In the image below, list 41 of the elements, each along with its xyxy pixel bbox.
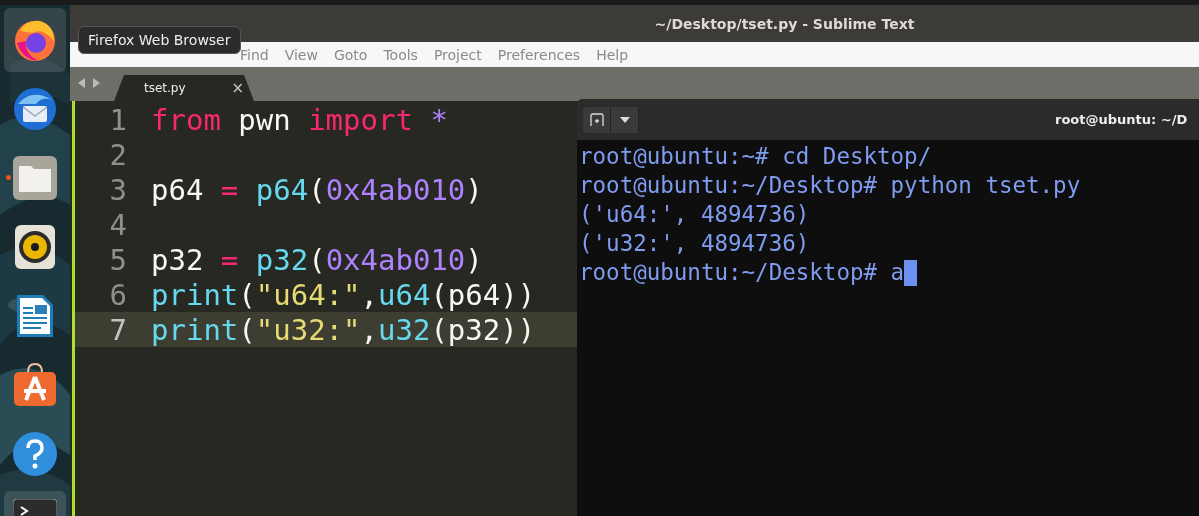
shopping-bag-icon bbox=[12, 362, 58, 408]
code-line: from pwn import * bbox=[151, 102, 448, 137]
running-indicator bbox=[6, 175, 11, 180]
mail-bird-icon bbox=[12, 86, 58, 132]
menu-dropdown-button[interactable] bbox=[611, 106, 639, 133]
close-icon[interactable]: × bbox=[231, 79, 244, 97]
caret-icon bbox=[619, 116, 630, 123]
line-number: 4 bbox=[108, 207, 128, 242]
tab-arrows-icon[interactable] bbox=[78, 78, 100, 88]
terminal-line: ('u64:', 4894736) bbox=[579, 200, 810, 229]
window-title: root@ubuntu: ~/D bbox=[1055, 112, 1188, 127]
line-number: 7 bbox=[108, 312, 128, 347]
speaker-icon bbox=[15, 225, 55, 269]
help-icon bbox=[12, 431, 58, 477]
new-tab-icon bbox=[589, 112, 604, 127]
terminal-line: root@ubuntu:~# cd Desktop/ bbox=[579, 142, 932, 171]
code-line: print("u32:",u32(p32)) bbox=[151, 312, 536, 347]
line-number: 1 bbox=[108, 102, 128, 137]
menu-item[interactable]: Tools bbox=[375, 46, 426, 63]
line-number: 3 bbox=[108, 172, 128, 207]
menu-item[interactable]: Preferences bbox=[489, 46, 589, 63]
line-number: 2 bbox=[108, 137, 128, 172]
code-line: p64 = p64(0x4ab010) bbox=[151, 172, 483, 207]
window-title: ~/Desktop/tset.py - Sublime Text bbox=[653, 15, 915, 32]
code-line: print("u64:",u64(p64)) bbox=[151, 277, 536, 312]
code-line: p32 = p32(0x4ab010) bbox=[151, 242, 483, 277]
menu-item[interactable]: Project bbox=[425, 46, 490, 63]
tooltip: Firefox Web Browser bbox=[78, 26, 241, 54]
line-number: 5 bbox=[108, 242, 128, 277]
terminal-line: root@ubuntu:~/Desktop# python tset.py bbox=[579, 171, 1081, 200]
terminal-line: ('u32:', 4894736) bbox=[579, 229, 810, 258]
editor-tab[interactable]: tset.py × bbox=[114, 75, 254, 101]
folder-icon bbox=[13, 156, 57, 200]
menu-item[interactable]: View bbox=[276, 46, 326, 63]
menu-item[interactable]: Help bbox=[588, 46, 637, 63]
dock-item[interactable] bbox=[4, 8, 66, 72]
terminal-line: root@ubuntu:~/Desktop# a bbox=[579, 258, 905, 287]
new-tab-button[interactable] bbox=[583, 106, 611, 133]
menu-item[interactable]: Goto bbox=[325, 46, 376, 63]
document-icon bbox=[15, 293, 55, 339]
line-number: 6 bbox=[108, 277, 128, 312]
